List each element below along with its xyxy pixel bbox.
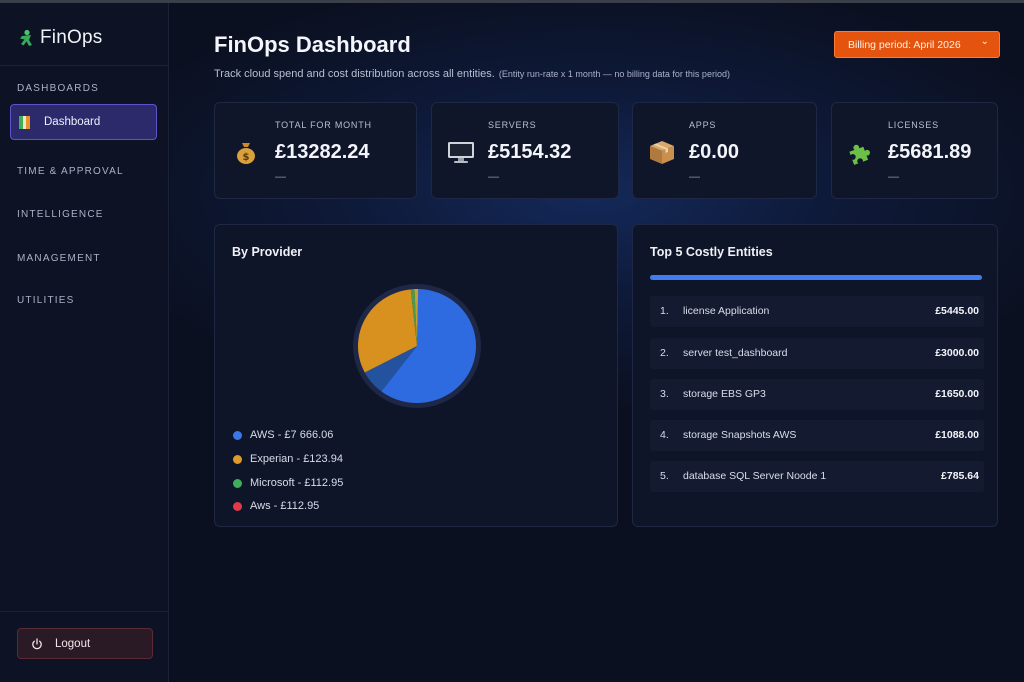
money-bag-icon: $: [237, 143, 255, 164]
stat-card-total[interactable]: $ TOTAL FOR MONTH £13282.24 —: [214, 102, 417, 199]
progress-fill: [650, 275, 982, 280]
puzzle-icon: [849, 144, 870, 165]
stat-sub: —: [275, 171, 286, 183]
power-icon: [32, 637, 42, 649]
billing-period-dropdown[interactable]: Billing period: April 2026 ⌄: [834, 31, 1000, 58]
stat-card-apps[interactable]: APPS £0.00 —: [632, 102, 817, 199]
nav-section-time-approval[interactable]: TIME & APPROVAL: [17, 166, 124, 177]
stat-label: LICENSES: [888, 120, 939, 130]
legend-item[interactable]: Experian - £123.94: [233, 453, 343, 465]
entity-name: storage Snapshots AWS: [683, 429, 797, 441]
logout-button[interactable]: Logout: [17, 628, 153, 659]
stat-value: £13282.24: [275, 141, 370, 163]
legend-label: AWS - £7 666.06: [250, 429, 334, 441]
billing-period-label: Billing period: April 2026: [848, 38, 961, 51]
top-entities-panel: Top 5 Costly Entities 1. license Applica…: [632, 224, 998, 527]
nav-section-management[interactable]: MANAGEMENT: [17, 253, 101, 264]
main-content: FinOps Dashboard Track cloud spend and c…: [170, 3, 1024, 682]
nav-section-dashboards[interactable]: DASHBOARDS: [17, 83, 99, 94]
sidebar: FinOps DASHBOARDS Dashboard TIME & APPRO…: [0, 3, 169, 682]
brand-logo-icon: [20, 29, 32, 46]
legend-item[interactable]: Aws - £112.95: [233, 500, 319, 512]
package-icon: [650, 141, 674, 164]
stat-value: £0.00: [689, 141, 740, 163]
legend-label: Aws - £112.95: [250, 500, 320, 512]
logout-label: Logout: [55, 637, 91, 650]
entity-rank: 5.: [660, 470, 669, 482]
subtitle-note: (Entity run-rate x 1 month — no billing …: [498, 69, 730, 79]
stat-label: TOTAL FOR MONTH: [275, 120, 372, 130]
entities-progress-bar: [650, 275, 982, 280]
entity-name: storage EBS GP3: [683, 388, 766, 400]
entity-amount: £1088.00: [935, 429, 979, 441]
subtitle-text: Track cloud spend and cost distribution …: [214, 68, 495, 80]
legend-label: Experian - £123.94: [250, 453, 343, 465]
provider-pie-chart[interactable]: [351, 283, 483, 409]
dashboard-icon: [19, 115, 31, 129]
legend-label: Microsoft - £112.95: [250, 477, 344, 489]
nav-section-intelligence[interactable]: INTELLIGENCE: [17, 209, 104, 220]
legend-dot: [233, 454, 242, 464]
svg-text:$: $: [243, 152, 250, 163]
sidebar-item-label: Dashboard: [44, 116, 101, 128]
entity-name: license Application: [683, 305, 770, 317]
chevron-down-icon: ⌄: [980, 36, 989, 47]
stat-card-servers[interactable]: SERVERS £5154.32 —: [431, 102, 619, 199]
entity-rank: 4.: [660, 429, 669, 441]
stat-label: APPS: [689, 120, 717, 130]
entity-amount: £785.64: [941, 470, 979, 482]
stat-label: SERVERS: [488, 120, 537, 130]
page-subtitle: Track cloud spend and cost distribution …: [214, 68, 730, 80]
entity-row[interactable]: 4. storage Snapshots AWS £1088.00: [650, 420, 984, 451]
entity-row[interactable]: 2. server test_dashboard £3000.00: [650, 338, 984, 369]
stat-card-licenses[interactable]: LICENSES £5681.89 —: [831, 102, 998, 199]
legend-dot: [233, 478, 242, 488]
entity-row[interactable]: 5. database SQL Server Noode 1 £785.64: [650, 461, 984, 492]
entity-amount: £5445.00: [935, 305, 979, 317]
stat-value: £5681.89: [888, 141, 972, 163]
entity-row[interactable]: 1. license Application £5445.00: [650, 296, 984, 327]
legend-item[interactable]: AWS - £7 666.06: [233, 429, 333, 441]
entity-name: database SQL Server Noode 1: [683, 470, 827, 482]
monitor-icon: [448, 142, 474, 163]
nav-section-utilities[interactable]: UTILITIES: [17, 295, 74, 306]
divider: [0, 611, 169, 612]
legend-item[interactable]: Microsoft - £112.95: [233, 477, 343, 489]
entity-rank: 1.: [660, 305, 669, 317]
brand[interactable]: FinOps: [18, 27, 102, 49]
stat-sub: —: [888, 171, 899, 183]
panel-title: By Provider: [232, 245, 303, 259]
entity-name: server test_dashboard: [683, 347, 788, 359]
entity-amount: £1650.00: [935, 388, 979, 400]
stat-sub: —: [488, 171, 499, 183]
entity-row[interactable]: 3. storage EBS GP3 £1650.00: [650, 379, 984, 410]
legend-dot: [233, 501, 242, 511]
entity-rank: 2.: [660, 347, 669, 359]
divider: [0, 65, 169, 66]
sidebar-item-dashboard[interactable]: Dashboard: [10, 104, 157, 140]
entity-amount: £3000.00: [935, 347, 979, 359]
legend-dot: [233, 430, 242, 440]
stat-sub: —: [689, 171, 700, 183]
provider-panel: By Provider AWS - £7 666.06 Experian - £…: [214, 224, 618, 527]
entity-rank: 3.: [660, 388, 669, 400]
brand-name: FinOps: [40, 27, 103, 48]
page-title: FinOps Dashboard: [214, 32, 411, 57]
stat-value: £5154.32: [488, 141, 572, 163]
panel-title: Top 5 Costly Entities: [650, 245, 773, 259]
